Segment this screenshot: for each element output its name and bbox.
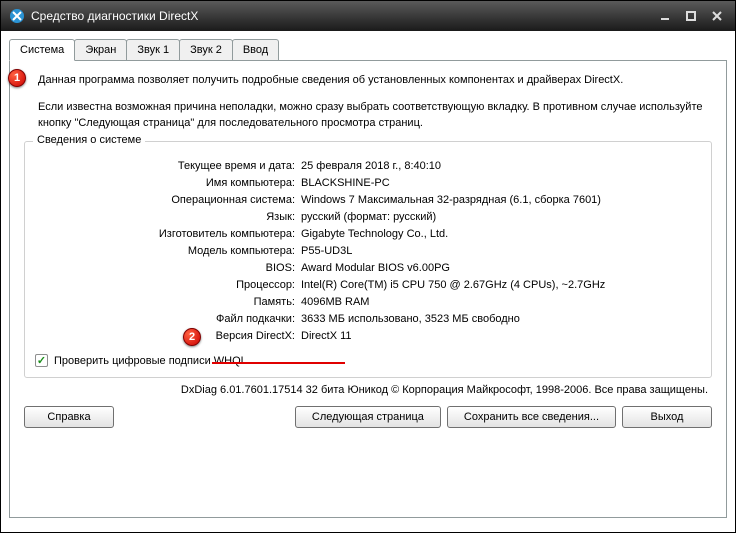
whql-checkbox[interactable]: ✓ [35,354,48,367]
tab-panel-system: 1 Данная программа позволяет получить по… [9,60,727,518]
button-row: Справка Следующая страница Сохранить все… [24,406,712,428]
label-directx-version: Версия DirectX: 2 [35,330,295,342]
value-manufacturer: Gigabyte Technology Co., Ltd. [301,228,701,240]
whql-checkbox-label: Проверить цифровые подписи WHQL [54,355,247,367]
label-computer-name: Имя компьютера: [35,177,295,189]
label-manufacturer: Изготовитель компьютера: [35,228,295,240]
tab-strip: Система Экран Звук 1 Звук 2 Ввод [9,39,727,60]
value-bios: Award Modular BIOS v6.00PG [301,262,701,274]
system-info-grid: Текущее время и дата: 25 февраля 2018 г.… [35,160,701,342]
label-os: Операционная система: [35,194,295,206]
value-datetime: 25 февраля 2018 г., 8:40:10 [301,160,701,172]
label-memory: Память: [35,296,295,308]
annotation-marker-2: 2 [183,328,201,346]
value-model: P55-UD3L [301,245,701,257]
minimize-button[interactable] [655,8,675,24]
groupbox-title: Сведения о системе [33,134,145,146]
tab-input[interactable]: Ввод [232,39,279,60]
value-memory: 4096MB RAM [301,296,701,308]
window-title: Средство диагностики DirectX [31,9,655,23]
description-line-1: Данная программа позволяет получить подр… [24,73,712,88]
label-model: Модель компьютера: [35,245,295,257]
footer-copyright: DxDiag 6.01.7601.17514 32 бита Юникод © … [24,384,712,396]
value-pagefile: 3633 МБ использовано, 3523 МБ свободно [301,313,701,325]
value-language: русский (формат: русский) [301,211,701,223]
label-pagefile: Файл подкачки: [35,313,295,325]
exit-button[interactable]: Выход [622,406,712,428]
help-button[interactable]: Справка [24,406,114,428]
dxdiag-window: Средство диагностики DirectX Система Экр… [0,0,736,533]
window-body: Система Экран Звук 1 Звук 2 Ввод 1 Данна… [1,31,735,532]
close-button[interactable] [707,8,727,24]
value-os: Windows 7 Максимальная 32-разрядная (6.1… [301,194,701,206]
titlebar: Средство диагностики DirectX [1,1,735,31]
system-info-groupbox: Сведения о системе Текущее время и дата:… [24,141,712,378]
label-processor: Процессор: [35,279,295,291]
value-processor: Intel(R) Core(TM) i5 CPU 750 @ 2.67GHz (… [301,279,701,291]
label-bios: BIOS: [35,262,295,274]
tab-system[interactable]: Система [9,39,75,61]
annotation-marker-1: 1 [8,69,26,87]
dx-icon [9,8,25,24]
value-computer-name: BLACKSHINE-PC [301,177,701,189]
description-line-2: Если известна возможная причина неполадк… [24,100,712,131]
label-datetime: Текущее время и дата: [35,160,295,172]
label-language: Язык: [35,211,295,223]
tab-display[interactable]: Экран [74,39,127,60]
annotation-underline-2 [212,362,345,364]
maximize-button[interactable] [681,8,701,24]
tab-sound1[interactable]: Звук 1 [126,39,180,60]
label-directx-version-text: Версия DirectX: [216,330,295,342]
window-controls [655,8,727,24]
next-page-button[interactable]: Следующая страница [295,406,441,428]
whql-checkbox-row[interactable]: ✓ Проверить цифровые подписи WHQL [35,354,701,367]
save-all-button[interactable]: Сохранить все сведения... [447,406,616,428]
value-directx-version: DirectX 11 [301,330,701,342]
tab-sound2[interactable]: Звук 2 [179,39,233,60]
